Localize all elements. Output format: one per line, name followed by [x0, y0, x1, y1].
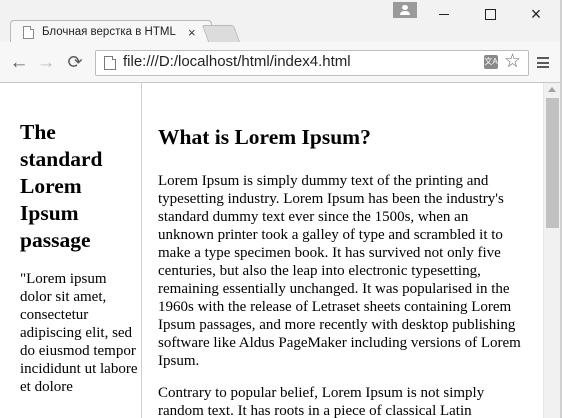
title-bar: Блочная верстка в HTML × × — [0, 0, 562, 43]
minimize-button[interactable] — [430, 4, 458, 24]
sidebar: The standard Lorem Ipsum passage "Lorem … — [0, 83, 142, 418]
minimize-icon — [439, 13, 449, 15]
tab-close-icon[interactable]: × — [188, 25, 196, 40]
forward-button[interactable]: → — [35, 51, 57, 73]
back-button[interactable]: ← — [8, 51, 30, 73]
close-icon: × — [530, 3, 542, 24]
hamburger-menu-icon[interactable] — [537, 57, 549, 68]
translate-icon[interactable]: 文A — [484, 55, 498, 69]
browser-toolbar: ← → ⟳ file:///D:/localhost/html/index4.h… — [0, 42, 562, 83]
maximize-button[interactable] — [476, 4, 504, 24]
forward-arrow-icon: → — [36, 51, 56, 73]
vertical-scrollbar[interactable] — [543, 83, 561, 418]
address-bar[interactable]: file:///D:/localhost/html/index4.html 文A… — [95, 50, 529, 76]
paragraph: Contrary to popular belief, Lorem Ipsum … — [158, 385, 485, 418]
close-button[interactable]: × — [522, 4, 550, 24]
url-text[interactable]: file:///D:/localhost/html/index4.html — [123, 53, 351, 70]
reload-icon: ⟳ — [67, 52, 83, 72]
main-content: What is Lorem Ipsum? Lorem Ipsum is simp… — [158, 83, 538, 418]
browser-tab[interactable]: Блочная верстка в HTML × — [10, 20, 212, 43]
person-icon[interactable] — [393, 2, 417, 18]
tab-title: Блочная верстка в HTML — [42, 26, 176, 38]
sidebar-text: "Lorem ipsum dolor sit amet, consectetur… — [20, 271, 138, 395]
paragraph: Lorem Ipsum is simply dummy text of the … — [158, 173, 521, 369]
scroll-up-arrow-icon[interactable] — [548, 87, 556, 92]
bookmark-star-icon[interactable]: ☆ — [504, 51, 521, 73]
back-arrow-icon: ← — [9, 51, 29, 73]
page-icon — [23, 25, 34, 39]
reload-button[interactable]: ⟳ — [64, 51, 86, 73]
new-tab-button[interactable] — [201, 25, 241, 42]
page-icon — [104, 56, 116, 70]
sidebar-heading: The standard Lorem Ipsum passage — [20, 120, 103, 252]
maximize-icon — [484, 8, 496, 20]
page-viewport: The standard Lorem Ipsum passage "Lorem … — [0, 83, 562, 418]
main-heading: What is Lorem Ipsum? — [158, 125, 371, 149]
scrollbar-thumb[interactable] — [546, 98, 559, 228]
